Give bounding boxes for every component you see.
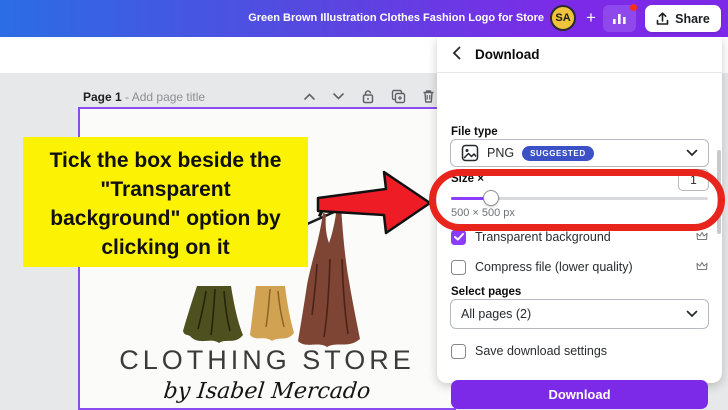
select-pages-dropdown[interactable]: All pages (2) — [450, 299, 709, 329]
compress-file-option[interactable]: Compress file (lower quality) — [451, 258, 708, 276]
save-settings-checkbox[interactable] — [451, 344, 466, 359]
suggested-badge: SUGGESTED — [522, 146, 594, 161]
delete-page-icon[interactable] — [422, 89, 435, 104]
select-pages-label: Select pages — [451, 286, 521, 298]
image-file-icon — [461, 144, 479, 162]
page-title-placeholder: - Add page title — [125, 90, 205, 104]
share-button[interactable]: Share — [645, 5, 721, 32]
move-page-up-icon[interactable] — [303, 92, 316, 101]
document-title[interactable]: Green Brown Illustration Clothes Fashion… — [248, 12, 544, 24]
note-line: "Transparent — [23, 175, 308, 204]
transparent-background-label: Transparent background — [475, 230, 611, 244]
duplicate-page-icon[interactable] — [391, 89, 406, 104]
file-type-dropdown[interactable]: PNG SUGGESTED — [450, 139, 709, 167]
logo-store-name[interactable]: CLOTHING STORE — [80, 345, 454, 376]
size-label: Size × — [451, 173, 484, 185]
note-line: Tick the box beside the — [23, 146, 308, 175]
panel-title: Download — [475, 47, 540, 62]
size-pixels-label: 500 × 500 px — [451, 207, 515, 219]
upload-icon — [656, 12, 669, 26]
download-button[interactable]: Download — [451, 380, 708, 409]
slider-handle[interactable] — [483, 190, 499, 206]
yellow-instruction-note: Tick the box beside the "Transparent bac… — [23, 137, 308, 267]
download-panel: Download File type PNG SUGGESTED Size × … — [437, 37, 722, 383]
pro-crown-icon — [696, 260, 708, 274]
page-number-label: Page 1 — [83, 90, 122, 104]
logo-byline[interactable]: by Isabel Mercado — [79, 379, 456, 404]
lock-icon[interactable] — [361, 89, 375, 104]
olive-skirt[interactable] — [183, 286, 243, 343]
share-label: Share — [675, 12, 710, 26]
save-settings-label: Save download settings — [475, 344, 607, 358]
file-type-label: File type — [451, 126, 498, 138]
size-multiplier-input[interactable]: 1 — [678, 169, 709, 191]
add-member-button[interactable]: + — [580, 6, 602, 30]
tan-skirt[interactable] — [250, 286, 294, 341]
chevron-down-icon — [686, 146, 698, 160]
pro-crown-icon — [696, 230, 708, 244]
transparent-background-checkbox[interactable] — [451, 230, 466, 245]
panel-scrollbar[interactable] — [717, 150, 721, 234]
save-download-settings-option[interactable]: Save download settings — [451, 342, 708, 360]
transparent-background-option[interactable]: Transparent background — [451, 228, 708, 246]
back-chevron-icon[interactable] — [452, 46, 461, 63]
chevron-down-icon — [686, 307, 698, 321]
note-line: background" option by — [23, 204, 308, 233]
note-line: clicking on it — [23, 233, 308, 262]
select-pages-value: All pages (2) — [461, 307, 531, 321]
avatar[interactable]: SA — [550, 5, 576, 31]
top-navigation-bar: Green Brown Illustration Clothes Fashion… — [0, 0, 728, 37]
notification-dot — [630, 4, 637, 11]
compress-file-label: Compress file (lower quality) — [475, 260, 633, 274]
move-page-down-icon[interactable] — [332, 92, 345, 101]
file-type-value: PNG — [487, 146, 514, 160]
red-arrow-annotation — [312, 164, 437, 242]
page-title-row[interactable]: Page 1 - Add page title — [83, 90, 205, 104]
analytics-chart-icon — [611, 11, 628, 26]
compress-file-checkbox[interactable] — [451, 260, 466, 275]
